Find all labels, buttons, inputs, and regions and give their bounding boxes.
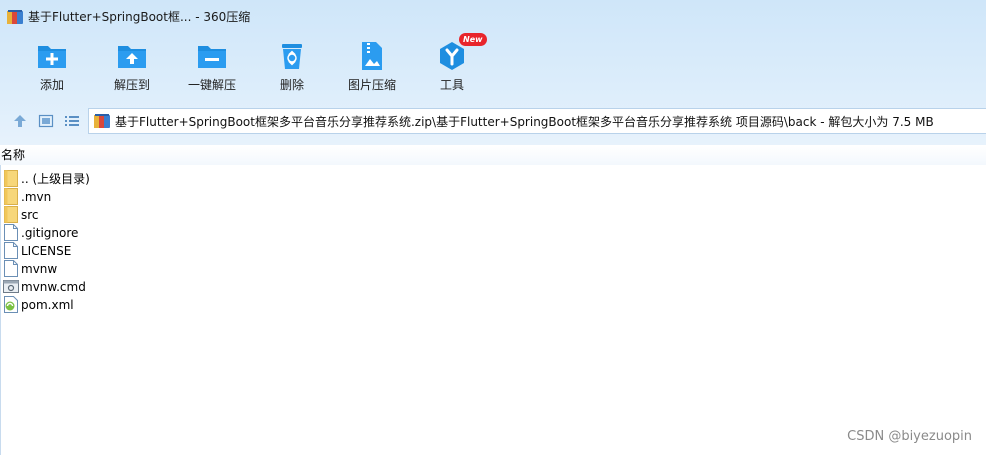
one-click-extract-button[interactable]: 一键解压 — [172, 36, 252, 98]
file-icon — [4, 260, 18, 277]
item-name: .gitignore — [21, 226, 79, 240]
item-name: LICENSE — [21, 244, 72, 258]
delete-button[interactable]: 删除 — [252, 36, 332, 98]
tools-button[interactable]: New 工具 — [412, 33, 492, 98]
extract-to-label: 解压到 — [113, 78, 150, 92]
list-item-mvnw[interactable]: mvnw — [0, 260, 300, 278]
column-name-label: 名称 — [1, 148, 26, 162]
address-path: 基于Flutter+SpringBoot框架多平台音乐分享推荐系统.zip\基于… — [115, 115, 934, 129]
add-folder-icon — [38, 46, 66, 68]
xml-file-icon — [4, 296, 18, 313]
archive-window: 基于Flutter+SpringBoot框... - 360压缩 添加 解压到 … — [0, 0, 986, 455]
add-label: 添加 — [39, 78, 64, 92]
new-badge: New — [459, 33, 487, 46]
up-arrow-icon[interactable] — [12, 113, 28, 129]
folder-icon — [4, 206, 18, 223]
folder-icon — [4, 170, 18, 187]
list-item-mvnw-cmd[interactable]: mvnw.cmd — [0, 278, 300, 296]
column-header-name[interactable]: 名称 — [0, 146, 986, 165]
item-name: .mvn — [21, 190, 52, 204]
file-icon — [4, 224, 18, 241]
list-item-src[interactable]: src — [0, 206, 300, 224]
image-compress-label: 图片压缩 — [347, 78, 396, 92]
thumbnail-view-icon[interactable] — [38, 113, 54, 129]
list-item-mvn[interactable]: .mvn — [0, 188, 300, 206]
list-item-gitignore[interactable]: .gitignore — [0, 224, 300, 242]
item-name: .. (上级目录) — [21, 172, 90, 186]
extract-to-button[interactable]: 解压到 — [92, 36, 172, 98]
csdn-watermark: CSDN @biyezuopin — [847, 429, 972, 444]
address-bar[interactable]: 基于Flutter+SpringBoot框架多平台音乐分享推荐系统.zip\基于… — [88, 108, 986, 134]
item-name: pom.xml — [21, 298, 74, 312]
header-area: 基于Flutter+SpringBoot框... - 360压缩 添加 解压到 … — [0, 0, 986, 145]
item-name: mvnw — [21, 262, 58, 276]
one-click-extract-label: 一键解压 — [187, 78, 236, 92]
tools-label: 工具 — [439, 78, 464, 92]
extract-to-icon — [118, 46, 146, 68]
item-name: mvnw.cmd — [21, 280, 86, 294]
list-view-icon[interactable] — [64, 113, 80, 129]
delete-label: 删除 — [279, 78, 304, 92]
title-bar: 基于Flutter+SpringBoot框... - 360压缩 — [0, 0, 986, 34]
archive-file-icon — [94, 114, 110, 128]
toolbar: 添加 解压到 一键解压 删除 图片压缩 New 工具 — [0, 33, 986, 98]
window-title: 基于Flutter+SpringBoot框... - 360压缩 — [28, 10, 251, 24]
image-compress-button[interactable]: 图片压缩 — [332, 36, 412, 98]
archive-app-icon — [7, 10, 23, 24]
address-row: 基于Flutter+SpringBoot框架多平台音乐分享推荐系统.zip\基于… — [0, 106, 986, 136]
file-icon — [4, 242, 18, 259]
list-item-parent-dir[interactable]: .. (上级目录) — [0, 170, 300, 188]
cmd-file-icon — [3, 280, 19, 293]
add-button[interactable]: 添加 — [12, 36, 92, 98]
image-compress-icon — [362, 42, 382, 70]
item-name: src — [21, 208, 39, 222]
list-item-license[interactable]: LICENSE — [0, 242, 300, 260]
folder-icon — [4, 188, 18, 205]
list-item-pom-xml[interactable]: pom.xml — [0, 296, 300, 314]
recycle-bin-icon — [282, 44, 302, 69]
one-click-extract-icon — [198, 46, 226, 68]
